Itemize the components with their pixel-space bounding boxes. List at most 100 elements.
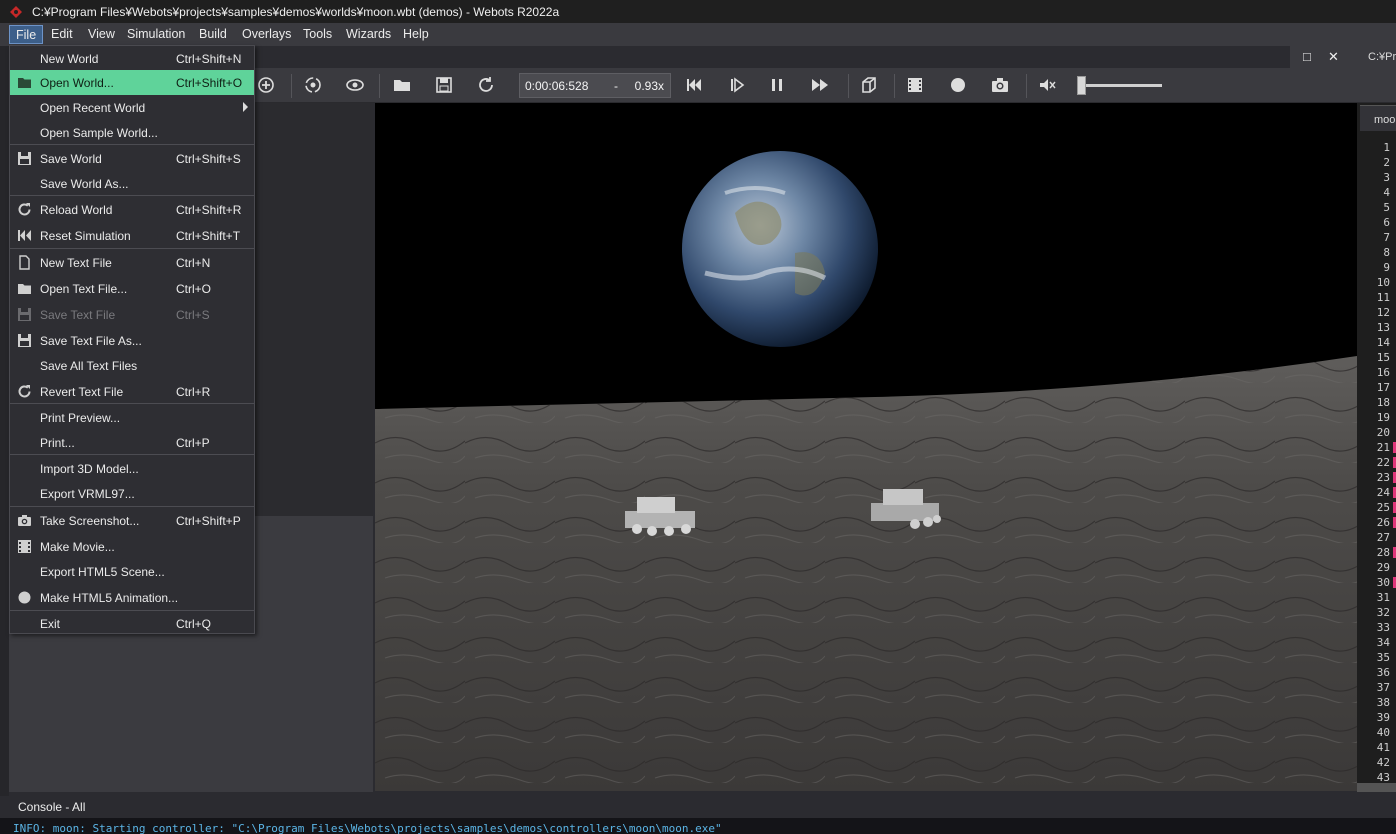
toolbar-separator — [848, 74, 849, 98]
menu-item-exit[interactable]: Exit Ctrl+Q — [10, 611, 254, 636]
line-number: 5 — [1383, 201, 1390, 214]
pause-icon[interactable] — [767, 75, 787, 95]
line-number: 9 — [1383, 261, 1390, 274]
rendering-icon[interactable] — [859, 75, 879, 95]
3d-viewport[interactable] — [375, 103, 1357, 791]
left-edge-strip — [0, 46, 9, 796]
menu-item-shortcut: Ctrl+N — [176, 256, 211, 270]
menu-item-save-world[interactable]: Save World Ctrl+Shift+S — [10, 146, 254, 171]
text-editor-panel[interactable]: moon 12345678910111213141516171819202122… — [1357, 103, 1396, 792]
line-number: 41 — [1376, 741, 1390, 754]
editor-path: C:¥Pr — [1368, 51, 1396, 63]
visibility-icon[interactable] — [345, 75, 365, 95]
menu-item-save-text-file-as[interactable]: Save Text File As... — [10, 328, 254, 353]
maximize-icon[interactable]: □ — [1303, 49, 1311, 64]
menu-item-label: Save Text File As... — [40, 334, 142, 348]
view-point-icon[interactable] — [303, 75, 323, 95]
line-number: 30 — [1376, 576, 1390, 589]
menu-item-label: Reset Simulation — [40, 229, 131, 243]
reset-simulation-icon[interactable] — [684, 75, 704, 95]
add-node-icon[interactable] — [256, 75, 276, 95]
menu-item-shortcut: Ctrl+O — [176, 282, 212, 296]
save-world-icon[interactable] — [434, 75, 454, 95]
menu-item-reload-world[interactable]: Reload World Ctrl+Shift+R — [10, 197, 254, 222]
close-icon[interactable]: ✕ — [1328, 49, 1339, 65]
editor-tab[interactable]: moon — [1360, 105, 1396, 131]
menu-item-reset-simulation[interactable]: Reset Simulation Ctrl+Shift+T — [10, 223, 254, 248]
menu-item-revert-text-file[interactable]: Revert Text File Ctrl+R — [10, 379, 254, 404]
menu-wizards[interactable]: Wizards — [340, 25, 397, 44]
editor-dock-header: □ ✕ C:¥Pr — [1290, 46, 1396, 68]
mute-icon[interactable] — [1037, 75, 1057, 95]
menu-item-import-3d-model[interactable]: Import 3D Model... — [10, 456, 254, 481]
submenu-arrow-icon — [243, 102, 248, 112]
simulation-speed: 0.93x — [634, 79, 664, 93]
menu-file[interactable]: File — [9, 25, 44, 44]
menu-separator — [10, 248, 254, 249]
menu-item-export-vrml97[interactable]: Export VRML97... — [10, 481, 254, 506]
menu-item-open-world[interactable]: Open World... Ctrl+Shift+O — [10, 70, 254, 95]
menu-item-shortcut: Ctrl+P — [176, 436, 210, 450]
line-number: 27 — [1376, 531, 1390, 544]
menu-item-print-preview[interactable]: Print Preview... — [10, 405, 254, 430]
menu-item-label: Import 3D Model... — [40, 462, 139, 476]
menu-separator — [10, 195, 254, 196]
menu-item-shortcut: Ctrl+Shift+O — [176, 76, 243, 90]
menu-item-open-sample-world[interactable]: Open Sample World... — [10, 120, 254, 145]
line-number: 19 — [1376, 411, 1390, 424]
menu-item-take-screenshot[interactable]: Take Screenshot... Ctrl+Shift+P — [10, 508, 254, 533]
menu-help[interactable]: Help — [397, 25, 435, 44]
menu-item-new-world[interactable]: New World Ctrl+Shift+N — [10, 46, 254, 71]
line-number: 21 — [1376, 441, 1390, 454]
menu-item-open-text-file[interactable]: Open Text File... Ctrl+O — [10, 276, 254, 301]
volume-slider-track[interactable] — [1084, 84, 1162, 87]
document-icon — [19, 255, 30, 270]
toolbar-separator — [894, 74, 895, 98]
menu-item-save-world-as[interactable]: Save World As... — [10, 171, 254, 196]
menu-item-make-html5-animation[interactable]: Make HTML5 Animation... — [10, 585, 254, 610]
menu-edit[interactable]: Edit — [45, 25, 79, 44]
menu-item-shortcut: Ctrl+Q — [176, 617, 212, 631]
menu-item-shortcut: Ctrl+S — [176, 308, 210, 322]
fast-forward-icon[interactable] — [810, 75, 830, 95]
menu-overlays[interactable]: Overlays — [236, 25, 297, 44]
menu-simulation[interactable]: Simulation — [121, 25, 191, 44]
menu-item-open-recent-world[interactable]: Open Recent World — [10, 95, 254, 120]
menu-item-save-all-text-files[interactable]: Save All Text Files — [10, 353, 254, 378]
open-world-icon[interactable] — [392, 75, 412, 95]
menu-tools[interactable]: Tools — [297, 25, 338, 44]
reload-icon — [18, 385, 31, 398]
volume-slider-handle[interactable] — [1077, 76, 1086, 95]
menu-item-print[interactable]: Print... Ctrl+P — [10, 430, 254, 455]
line-number: 2 — [1383, 156, 1390, 169]
editor-horizontal-scrollbar[interactable] — [1357, 783, 1396, 792]
movie-icon[interactable] — [905, 75, 925, 95]
menu-item-make-movie[interactable]: Make Movie... — [10, 534, 254, 559]
line-number: 17 — [1376, 381, 1390, 394]
menu-item-new-text-file[interactable]: New Text File Ctrl+N — [10, 250, 254, 275]
menu-item-label: Open World... — [40, 76, 114, 90]
console-header: Console - All — [9, 796, 1396, 818]
menu-item-label: Save All Text Files — [40, 359, 138, 373]
line-number: 3 — [1383, 171, 1390, 184]
menu-view[interactable]: View — [82, 25, 121, 44]
reload-world-icon[interactable] — [476, 75, 496, 95]
rewind-icon — [18, 230, 31, 241]
line-number: 13 — [1376, 321, 1390, 334]
line-number: 26 — [1376, 516, 1390, 529]
line-number: 16 — [1376, 366, 1390, 379]
menu-item-export-html5-scene[interactable]: Export HTML5 Scene... — [10, 559, 254, 584]
menu-separator — [10, 454, 254, 455]
film-icon — [18, 540, 31, 553]
console-output: INFO: moon: Starting controller: "C:\Pro… — [0, 818, 1396, 834]
animation-record-icon[interactable] — [948, 75, 968, 95]
menu-build[interactable]: Build — [193, 25, 233, 44]
record-icon — [18, 591, 31, 604]
line-number: 39 — [1376, 711, 1390, 724]
folder-icon — [18, 78, 31, 88]
step-icon[interactable] — [727, 75, 747, 95]
screenshot-icon[interactable] — [990, 75, 1010, 95]
file-menu-dropdown: New World Ctrl+Shift+N Open World... Ctr… — [9, 45, 255, 634]
line-number: 12 — [1376, 306, 1390, 319]
menu-item-label: Make Movie... — [40, 540, 115, 554]
